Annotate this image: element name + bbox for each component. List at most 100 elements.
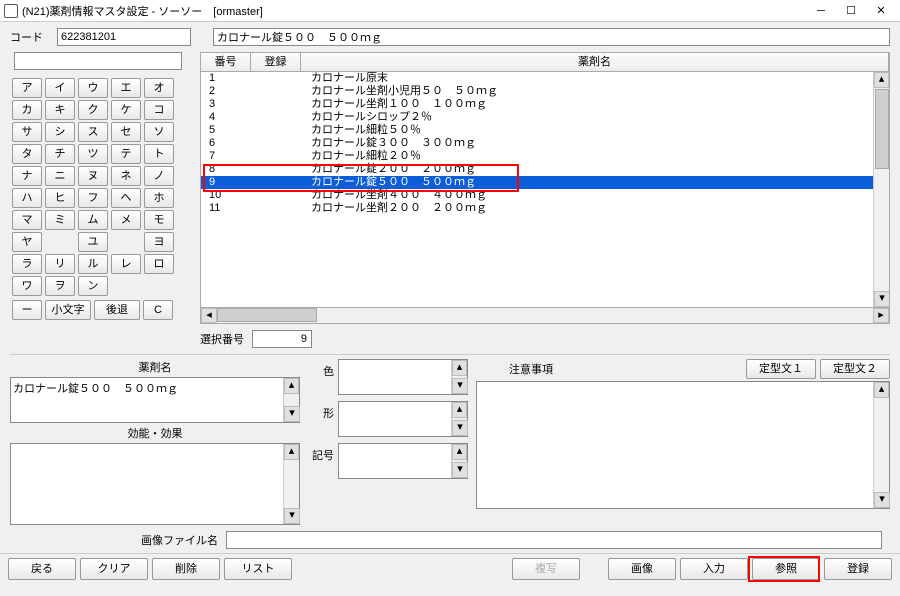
kana-ctrl-0[interactable]: ー bbox=[12, 300, 42, 320]
col-name[interactable]: 薬剤名 bbox=[301, 53, 889, 71]
scroll-down-icon[interactable]: ▾ bbox=[284, 406, 300, 422]
kana-ヒ[interactable]: ヒ bbox=[45, 188, 75, 208]
kana-イ[interactable]: イ bbox=[45, 78, 75, 98]
back-button[interactable]: 戻る bbox=[8, 558, 76, 580]
kana-ヨ[interactable]: ヨ bbox=[144, 232, 174, 252]
kana-ニ[interactable]: ニ bbox=[45, 166, 75, 186]
kana-ソ[interactable]: ソ bbox=[144, 122, 174, 142]
kana-エ[interactable]: エ bbox=[111, 78, 141, 98]
scroll-up-icon[interactable]: ▴ bbox=[874, 72, 889, 88]
list-row[interactable]: 3カロナール坐剤１００ １００ｍｇ bbox=[201, 98, 889, 111]
scroll-up-icon[interactable]: ▴ bbox=[284, 444, 299, 460]
input-button[interactable]: 入力 bbox=[680, 558, 748, 580]
kana-search-input[interactable] bbox=[14, 52, 182, 70]
kana-リ[interactable]: リ bbox=[45, 254, 75, 274]
col-num[interactable]: 番号 bbox=[201, 53, 251, 71]
kana-ケ[interactable]: ケ bbox=[111, 100, 141, 120]
kana-ウ[interactable]: ウ bbox=[78, 78, 108, 98]
scroll-down-icon[interactable]: ▾ bbox=[284, 508, 300, 524]
hscroll[interactable]: ◂ ▸ bbox=[200, 308, 890, 324]
scroll-up-icon[interactable]: ▴ bbox=[284, 378, 299, 394]
list-button[interactable]: リスト bbox=[224, 558, 292, 580]
detail-drugname-input[interactable] bbox=[11, 378, 283, 422]
scroll-up-icon[interactable]: ▴ bbox=[452, 444, 467, 460]
kana-ホ[interactable]: ホ bbox=[144, 188, 174, 208]
kana-サ[interactable]: サ bbox=[12, 122, 42, 142]
list-row[interactable]: 11カロナール坐剤２００ ２００ｍｇ bbox=[201, 202, 889, 215]
kana-キ[interactable]: キ bbox=[45, 100, 75, 120]
kana-コ[interactable]: コ bbox=[144, 100, 174, 120]
delete-button[interactable]: 削除 bbox=[152, 558, 220, 580]
kana-ス[interactable]: ス bbox=[78, 122, 108, 142]
vscroll-thumb[interactable] bbox=[875, 89, 889, 169]
kana-セ[interactable]: セ bbox=[111, 122, 141, 142]
list-row[interactable]: 9カロナール錠５００ ５００ｍｇ bbox=[201, 176, 889, 189]
kana-ユ[interactable]: ユ bbox=[78, 232, 108, 252]
kana-ナ[interactable]: ナ bbox=[12, 166, 42, 186]
kana-ヌ[interactable]: ヌ bbox=[78, 166, 108, 186]
imgfile-input[interactable] bbox=[226, 531, 882, 549]
kana-チ[interactable]: チ bbox=[45, 144, 75, 164]
drug-name-input[interactable] bbox=[213, 28, 890, 46]
color-input[interactable] bbox=[339, 360, 451, 394]
scroll-down-icon[interactable]: ▾ bbox=[452, 420, 468, 436]
kana-フ[interactable]: フ bbox=[78, 188, 108, 208]
list-row[interactable]: 2カロナール坐剤小児用５０ ５０ｍｇ bbox=[201, 85, 889, 98]
kana-ctrl-1[interactable]: 小文字 bbox=[45, 300, 91, 320]
list-row[interactable]: 10カロナール坐剤４００ ４００ｍｇ bbox=[201, 189, 889, 202]
kana-ネ[interactable]: ネ bbox=[111, 166, 141, 186]
clear-button[interactable]: クリア bbox=[80, 558, 148, 580]
list-body[interactable]: 1カロナール原末2カロナール坐剤小児用５０ ５０ｍｇ3カロナール坐剤１００ １０… bbox=[200, 72, 890, 308]
kana-ラ[interactable]: ラ bbox=[12, 254, 42, 274]
image-button[interactable]: 画像 bbox=[608, 558, 676, 580]
copy-button[interactable]: 複写 bbox=[512, 558, 580, 580]
kana-ヘ[interactable]: ヘ bbox=[111, 188, 141, 208]
shape-input[interactable] bbox=[339, 402, 451, 436]
hscroll-thumb[interactable] bbox=[217, 308, 317, 322]
kana-ワ[interactable]: ワ bbox=[12, 276, 42, 296]
kana-ロ[interactable]: ロ bbox=[144, 254, 174, 274]
scroll-up-icon[interactable]: ▴ bbox=[874, 382, 889, 398]
kana-ル[interactable]: ル bbox=[78, 254, 108, 274]
kana-シ[interactable]: シ bbox=[45, 122, 75, 142]
kana-ツ[interactable]: ツ bbox=[78, 144, 108, 164]
list-row[interactable]: 8カロナール錠２００ ２００ｍｇ bbox=[201, 163, 889, 176]
kana-ミ[interactable]: ミ bbox=[45, 210, 75, 230]
kana-ノ[interactable]: ノ bbox=[144, 166, 174, 186]
selno-input[interactable] bbox=[252, 330, 312, 348]
template1-button[interactable]: 定型文１ bbox=[746, 359, 816, 379]
caution-input[interactable] bbox=[477, 382, 873, 508]
kana-オ[interactable]: オ bbox=[144, 78, 174, 98]
kana-タ[interactable]: タ bbox=[12, 144, 42, 164]
scroll-down-icon[interactable]: ▾ bbox=[874, 291, 890, 307]
close-button[interactable]: ✕ bbox=[866, 1, 896, 21]
minimize-button[interactable]: ─ bbox=[806, 1, 836, 21]
kana-ア[interactable]: ア bbox=[12, 78, 42, 98]
kana-ン[interactable]: ン bbox=[78, 276, 108, 296]
maximize-button[interactable]: ☐ bbox=[836, 1, 866, 21]
scroll-down-icon[interactable]: ▾ bbox=[874, 492, 890, 508]
list-row[interactable]: 1カロナール原末 bbox=[201, 72, 889, 85]
mark-input[interactable] bbox=[339, 444, 451, 478]
list-row[interactable]: 7カロナール細粒２０％ bbox=[201, 150, 889, 163]
kana-マ[interactable]: マ bbox=[12, 210, 42, 230]
vscroll[interactable]: ▴ ▾ bbox=[873, 72, 889, 307]
scroll-down-icon[interactable]: ▾ bbox=[452, 378, 468, 394]
scroll-left-icon[interactable]: ◂ bbox=[201, 308, 217, 323]
template2-button[interactable]: 定型文２ bbox=[820, 359, 890, 379]
kana-ヲ[interactable]: ヲ bbox=[45, 276, 75, 296]
kana-レ[interactable]: レ bbox=[111, 254, 141, 274]
list-row[interactable]: 4カロナールシロップ２％ bbox=[201, 111, 889, 124]
kana-ctrl-2[interactable]: 後退 bbox=[94, 300, 140, 320]
scroll-down-icon[interactable]: ▾ bbox=[452, 462, 468, 478]
kana-モ[interactable]: モ bbox=[144, 210, 174, 230]
detail-effect-input[interactable] bbox=[11, 444, 283, 524]
kana-テ[interactable]: テ bbox=[111, 144, 141, 164]
kana-カ[interactable]: カ bbox=[12, 100, 42, 120]
list-row[interactable]: 6カロナール錠３００ ３００ｍｇ bbox=[201, 137, 889, 150]
scroll-right-icon[interactable]: ▸ bbox=[873, 308, 889, 323]
browse-button[interactable]: 参照 bbox=[752, 558, 820, 580]
kana-ヤ[interactable]: ヤ bbox=[12, 232, 42, 252]
kana-ト[interactable]: ト bbox=[144, 144, 174, 164]
col-reg[interactable]: 登録 bbox=[251, 53, 301, 71]
